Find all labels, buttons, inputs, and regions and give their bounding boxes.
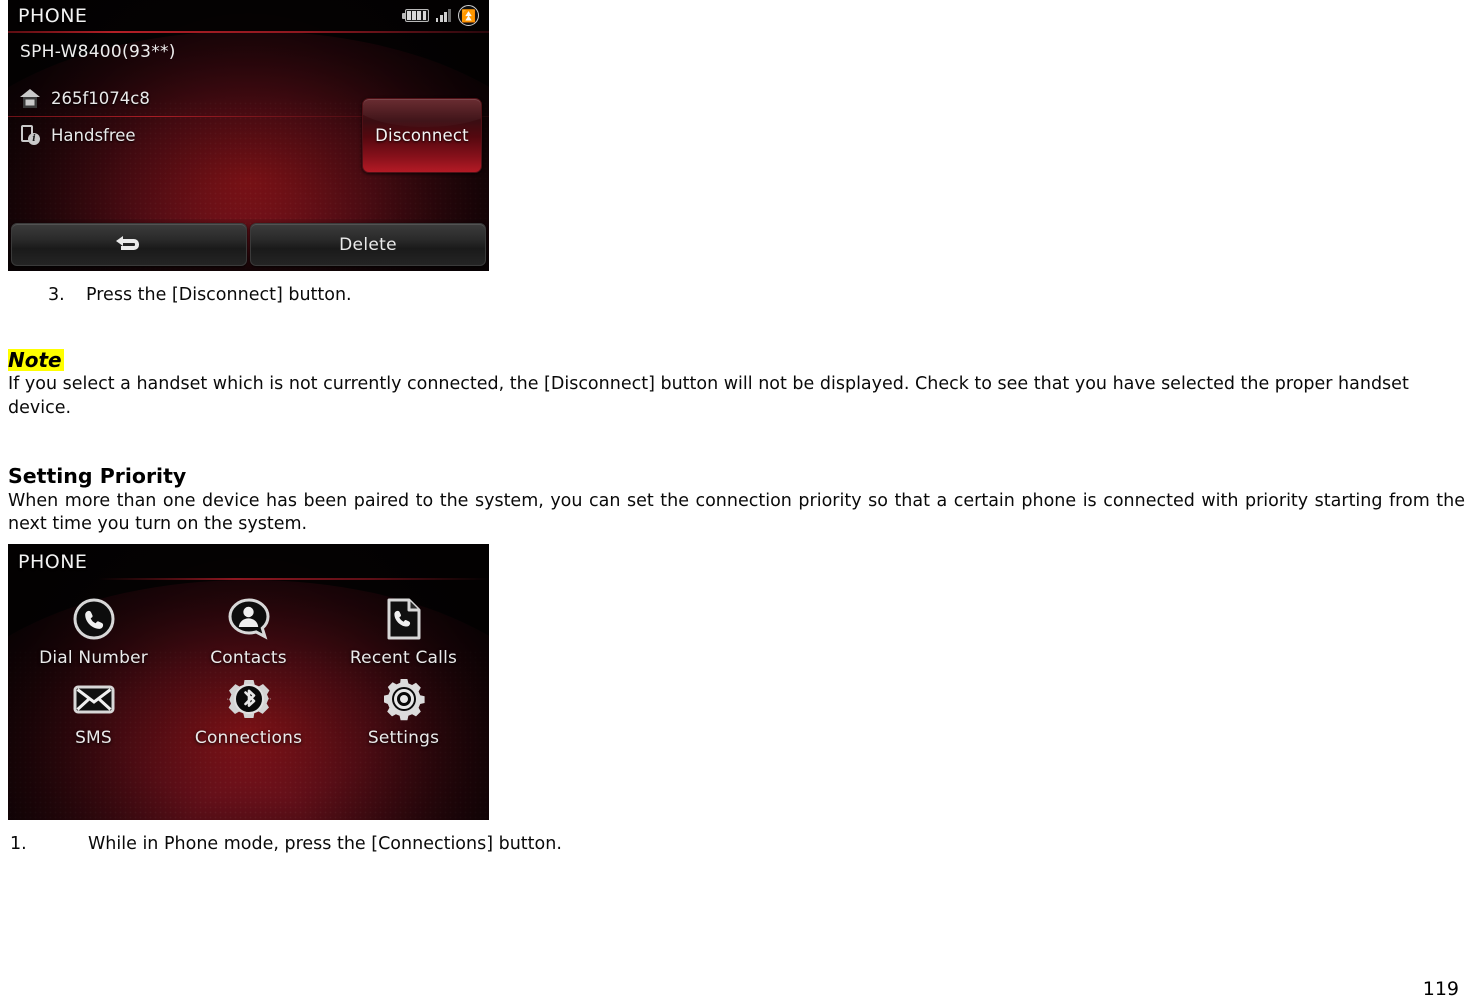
home-icon — [20, 88, 40, 108]
battery-icon — [401, 9, 429, 22]
screen-title-bar: PHONE — [8, 544, 489, 578]
menu-tile-dial-number[interactable]: Dial Number — [16, 596, 171, 668]
section-heading: Setting Priority — [8, 463, 187, 488]
status-icon-group: ⏫ — [401, 5, 479, 26]
disconnect-button-label: Disconnect — [375, 126, 469, 145]
menu-tile-label: Contacts — [210, 647, 287, 668]
recent-calls-page-icon — [381, 596, 427, 642]
delete-button-label: Delete — [339, 234, 397, 255]
disconnect-button[interactable]: Disconnect — [362, 98, 482, 173]
step-1-text: While in Phone mode, press the [Connecti… — [88, 834, 562, 855]
screen-bottom-bar: Delete — [8, 219, 489, 271]
menu-tile-label: Connections — [194, 727, 303, 748]
step-1: 1. While in Phone mode, press the [Conne… — [8, 834, 1465, 854]
note-block: Note If you select a handset which is no… — [8, 349, 1465, 420]
menu-tile-settings[interactable]: Settings — [326, 676, 481, 748]
menu-tile-label: Dial Number — [39, 647, 148, 668]
phone-menu-grid: Dial Number Contacts Recent Calls SMS Co… — [8, 580, 489, 748]
contacts-person-icon — [226, 596, 272, 642]
note-body: If you select a handset which is not cur… — [8, 374, 1409, 418]
phone-handset-icon — [71, 596, 117, 642]
device-info-icon — [20, 125, 40, 145]
note-heading: Note — [8, 348, 64, 372]
screen-title: PHONE — [18, 551, 88, 574]
envelope-icon — [71, 676, 117, 722]
signal-icon — [435, 9, 451, 22]
list-item-label: Handsfree — [51, 125, 136, 145]
menu-tile-label: SMS — [75, 727, 112, 748]
head-unit-screenshot-paired-device: PHONE ⏫ SPH-W8400(93**) 265f1074c8 Hands… — [8, 0, 489, 271]
list-item-label: 265f1074c8 — [51, 88, 150, 108]
back-button[interactable] — [11, 223, 247, 266]
step-3-number: 3. — [48, 285, 65, 305]
menu-tile-label: Recent Calls — [349, 647, 458, 668]
page-number: 119 — [1422, 978, 1459, 1000]
paired-device-name: SPH-W8400(93**) — [20, 42, 176, 62]
section-body: When more than one device has been paire… — [8, 490, 1465, 535]
bluetooth-gear-icon — [226, 676, 272, 722]
head-unit-screenshot-phone-menu: PHONE Dial Number Contacts Recent Calls … — [8, 544, 489, 821]
screen-title-bar: PHONE ⏫ — [8, 0, 489, 31]
step-3-text: Press the [Disconnect] button. — [86, 285, 352, 305]
menu-tile-recent-calls[interactable]: Recent Calls — [326, 596, 481, 668]
menu-tile-connections[interactable]: Connections — [171, 676, 326, 748]
step-3: 3. Press the [Disconnect] button. — [8, 285, 1465, 305]
menu-tile-sms[interactable]: SMS — [16, 676, 171, 748]
menu-tile-label: Settings — [367, 727, 440, 748]
gear-icon — [381, 676, 427, 722]
bluetooth-icon: ⏫ — [458, 5, 479, 26]
screen-title: PHONE — [18, 4, 88, 27]
delete-button[interactable]: Delete — [250, 223, 486, 266]
back-arrow-icon — [116, 235, 142, 255]
step-1-number: 1. — [10, 834, 27, 855]
menu-tile-contacts[interactable]: Contacts — [171, 596, 326, 668]
manual-page: PHONE ⏫ SPH-W8400(93**) 265f1074c8 Hands… — [0, 0, 1473, 1006]
